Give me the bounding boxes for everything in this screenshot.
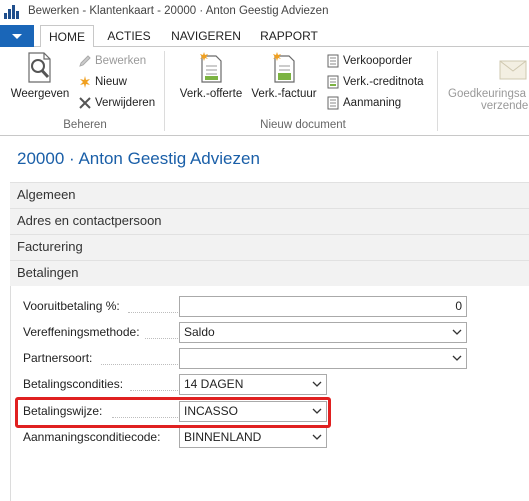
ribbon-separator [164,51,165,131]
partnersoort-select[interactable] [179,348,467,369]
verkooporder-label: Verkooporder [343,55,413,67]
aanmaning-label: Aanmaning [343,97,402,109]
bewerken-label: Bewerken [95,55,147,67]
ribbon: Weergeven Bewerken Nieuw Verwijderen Beh… [0,47,529,136]
window-title: Bewerken - Klantenkaart - 20000 · Anton … [28,5,329,17]
section-algemeen[interactable]: Algemeen [10,182,529,208]
verk-offerte-button[interactable]: Verk.-offerte [176,51,246,100]
section-facturering[interactable]: Facturering [10,234,529,260]
field-leader [101,364,178,365]
beheren-group-label: Beheren [63,119,107,131]
chevron-down-icon [452,329,462,335]
ribbon-tab-strip: HOME ACTIES NAVIGEREN RAPPORT [0,25,529,48]
vereffeningsmethode-label: Vereffeningsmethode: [23,325,140,339]
application-menu-button[interactable] [0,25,34,47]
reminder-icon [326,96,340,110]
sales-quote-icon [196,51,226,85]
verk-creditnota-label: Verk.-creditnota [343,76,424,88]
verwijderen-label: Verwijderen [95,97,156,109]
app-logo-icon [4,3,20,19]
partnersoort-label: Partnersoort: [23,351,93,365]
tab-home[interactable]: HOME [40,25,94,48]
verk-creditnota-button[interactable]: Verk.-creditnota [326,73,424,91]
nieuw-button[interactable]: Nieuw [78,73,127,91]
goedkeuringsaanvraag-verzenden-button[interactable]: Goedkeuringsa verzende [448,51,529,112]
verwijderen-button[interactable]: Verwijderen [78,94,155,112]
chevron-down-icon [312,434,322,440]
pencil-icon [78,54,92,68]
field-leader [130,390,178,391]
field-leader [128,312,178,313]
section-betalingen-label: Betalingen [17,265,79,280]
aanmaningsconditiecode-value: BINNENLAND [184,430,262,444]
view-document-icon [25,51,55,85]
section-algemeen-label: Algemeen [17,187,76,202]
aanmaningsconditiecode-label: Aanmaningsconditiecode: [23,430,161,444]
send-approval-envelope-icon [498,51,528,85]
weergeven-button[interactable]: Weergeven [8,51,72,100]
vooruitbetaling-label: Vooruitbetaling %: [23,299,120,313]
nieuw-label: Nieuw [95,76,127,88]
verkooporder-button[interactable]: Verkooporder [326,52,412,70]
betalingscondities-select[interactable]: 14 DAGEN [179,374,327,395]
delete-x-icon [78,96,92,110]
tab-rapport[interactable]: RAPPORT [254,25,324,47]
goedkeuring-label-line2: verzende [481,100,529,112]
chevron-down-icon [312,381,322,387]
vooruitbetaling-input[interactable]: 0 [179,296,467,317]
title-bar: Bewerken - Klantenkaart - 20000 · Anton … [0,0,529,22]
section-facturering-label: Facturering [17,239,83,254]
betalingscondities-label: Betalingscondities: [23,377,124,391]
field-leader [145,338,178,339]
aanmaningsconditiecode-select[interactable]: BINNENLAND [179,427,327,448]
tab-navigeren[interactable]: NAVIGEREN [166,25,246,47]
sales-invoice-icon [269,51,299,85]
betalingscondities-value: 14 DAGEN [184,377,244,391]
vereffeningsmethode-value: Saldo [184,325,215,339]
ribbon-separator [437,51,438,131]
vereffeningsmethode-select[interactable]: Saldo [179,322,467,343]
credit-memo-icon [326,75,340,89]
highlight-annotation-box [15,397,331,428]
section-betalingen[interactable]: Betalingen [10,260,529,286]
tab-acties[interactable]: ACTIES [100,25,158,47]
bewerken-button[interactable]: Bewerken [78,52,146,70]
chevron-down-icon [452,355,462,361]
verk-factuur-label: Verk.-factuur [251,88,317,100]
sales-order-icon [326,54,340,68]
section-adres-label: Adres en contactpersoon [17,213,162,228]
verk-offerte-label: Verk.-offerte [179,88,243,100]
aanmaning-button[interactable]: Aanmaning [326,94,401,112]
goedkeuring-label-line1: Goedkeuringsa [448,88,526,100]
section-adres-en-contactpersoon[interactable]: Adres en contactpersoon [10,208,529,234]
chevron-down-icon [12,33,22,39]
page-title: 20000 · Anton Geestig Adviezen [17,149,260,168]
nieuw-document-group-label: Nieuw document [260,119,346,131]
weergeven-label: Weergeven [10,88,70,100]
verk-factuur-button[interactable]: Verk.-factuur [248,51,320,100]
new-icon [78,75,92,89]
